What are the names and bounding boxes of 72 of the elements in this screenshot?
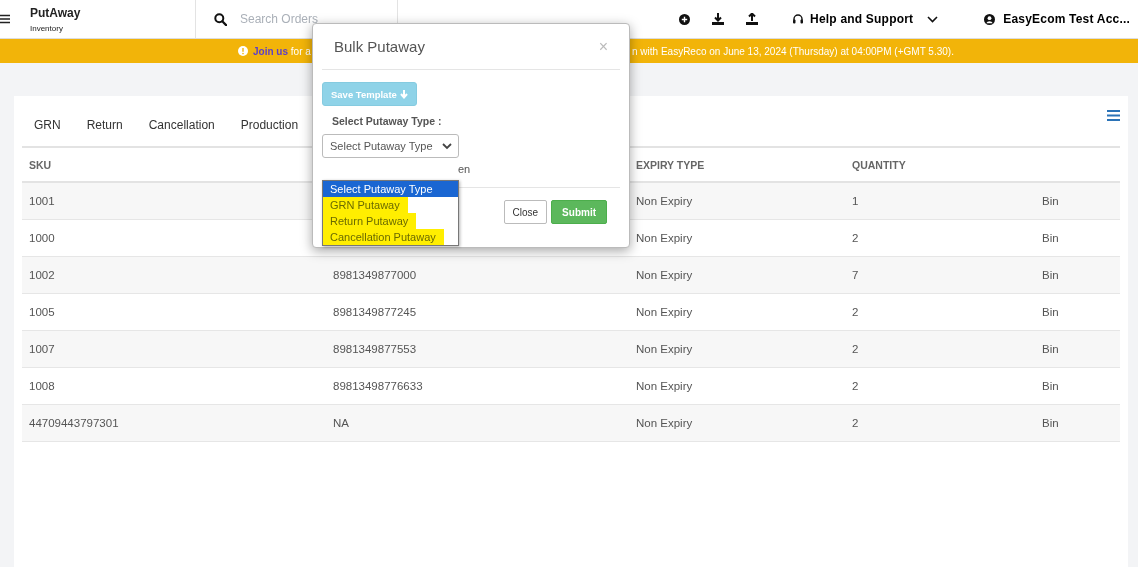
column-header: EXPIRY TYPE bbox=[635, 158, 706, 171]
download-button[interactable] bbox=[712, 13, 725, 25]
table-cell-text: NA bbox=[332, 417, 350, 429]
join-link[interactable]: Join us bbox=[253, 45, 288, 57]
table-cell-text: 2 bbox=[851, 232, 860, 244]
table-cell-text: Bin bbox=[1041, 343, 1060, 355]
chevron-down-icon bbox=[442, 142, 452, 150]
user-icon bbox=[984, 13, 996, 25]
tab[interactable]: GRN bbox=[22, 104, 74, 146]
upload-button[interactable] bbox=[746, 13, 759, 25]
modal-title: Bulk Putaway bbox=[334, 38, 425, 55]
table-cell-text: 2 bbox=[851, 380, 860, 392]
table-cell-text: 2 bbox=[851, 343, 860, 355]
info-icon bbox=[238, 46, 248, 56]
table-cell-text: 8981349877245 bbox=[332, 306, 418, 318]
table-cell-text: 1007 bbox=[28, 343, 56, 355]
arrow-down-icon bbox=[399, 89, 408, 99]
field-label: Select Putaway Type : bbox=[332, 115, 443, 127]
tab[interactable]: Return bbox=[73, 104, 136, 146]
table-cell-text: Non Expiry bbox=[635, 232, 694, 244]
dropdown-option[interactable]: Cancellation Putaway bbox=[323, 229, 444, 245]
tab[interactable]: Cancellation bbox=[135, 104, 228, 146]
download-icon bbox=[712, 13, 725, 25]
menu-icon[interactable] bbox=[0, 14, 10, 24]
table-cell-text: 1 bbox=[851, 195, 860, 207]
help-button[interactable]: Help and Support bbox=[792, 12, 914, 26]
plus-circle-icon bbox=[679, 13, 691, 25]
table-cell-text: 1000 bbox=[28, 232, 56, 244]
table-cell-text: 7 bbox=[851, 269, 860, 281]
table-cell-text: Bin bbox=[1041, 380, 1060, 392]
upload-icon bbox=[746, 13, 759, 25]
table-cell-text: Bin bbox=[1041, 269, 1060, 281]
table-cell-text: 8981349877000 bbox=[332, 269, 418, 281]
page-title: PutAway bbox=[30, 5, 81, 20]
close-button[interactable]: Close bbox=[503, 200, 548, 224]
column-header: SKU bbox=[28, 158, 53, 171]
tab[interactable]: Production bbox=[227, 104, 312, 146]
search-icon bbox=[214, 12, 227, 26]
table-cell-text: Non Expiry bbox=[635, 380, 694, 392]
account-button[interactable]: EasyEcom Test Acc... bbox=[984, 12, 1138, 26]
table-cell-text: Non Expiry bbox=[635, 343, 694, 355]
table-cell-text: 1001 bbox=[28, 195, 56, 207]
table-cell-text: Non Expiry bbox=[635, 306, 694, 318]
table-cell-text: 89813498776633 bbox=[332, 380, 424, 392]
table-cell-text: Bin bbox=[1041, 232, 1060, 244]
putaway-type-select[interactable]: Select Putaway Type bbox=[322, 134, 459, 158]
help-menu-toggle[interactable] bbox=[927, 15, 939, 23]
table-cell-text: 2 bbox=[851, 306, 860, 318]
table-cell-text: Non Expiry bbox=[635, 269, 694, 281]
dropdown-option[interactable]: Select Putaway Type bbox=[323, 181, 458, 197]
table-cell-text: Bin bbox=[1041, 195, 1060, 207]
headset-icon bbox=[792, 13, 805, 25]
table-cell-text: Non Expiry bbox=[635, 195, 694, 207]
page-subtitle: Inventory bbox=[30, 23, 64, 33]
table-cell-text: Bin bbox=[1041, 306, 1060, 318]
help-text: en bbox=[458, 163, 471, 175]
table-cell-text: 44709443797301 bbox=[28, 417, 120, 429]
banner-text: n with EasyReco on June 13, 2024 (Thursday) at 04:00PM (+GMT 5.30). bbox=[632, 45, 954, 57]
dropdown-option[interactable]: Return Putaway bbox=[323, 213, 417, 229]
add-button[interactable] bbox=[679, 13, 691, 25]
table-cell-text: 1008 bbox=[28, 380, 56, 392]
table-cell-text: 1005 bbox=[28, 306, 56, 318]
table-cell-text: 8981349877553 bbox=[332, 343, 418, 355]
table-cell-text: 1002 bbox=[28, 269, 56, 281]
table-cell-text: 2 bbox=[851, 417, 860, 429]
banner-text: Join us for a bbox=[253, 45, 311, 57]
table-cell-text: Non Expiry bbox=[635, 417, 694, 429]
chevron-down-icon bbox=[927, 15, 939, 23]
search-field[interactable]: Search Orders bbox=[238, 11, 382, 27]
column-header: QUANTITY bbox=[851, 158, 907, 171]
dropdown-option[interactable]: GRN Putaway bbox=[323, 197, 408, 213]
table-cell-text: Bin bbox=[1041, 417, 1060, 429]
